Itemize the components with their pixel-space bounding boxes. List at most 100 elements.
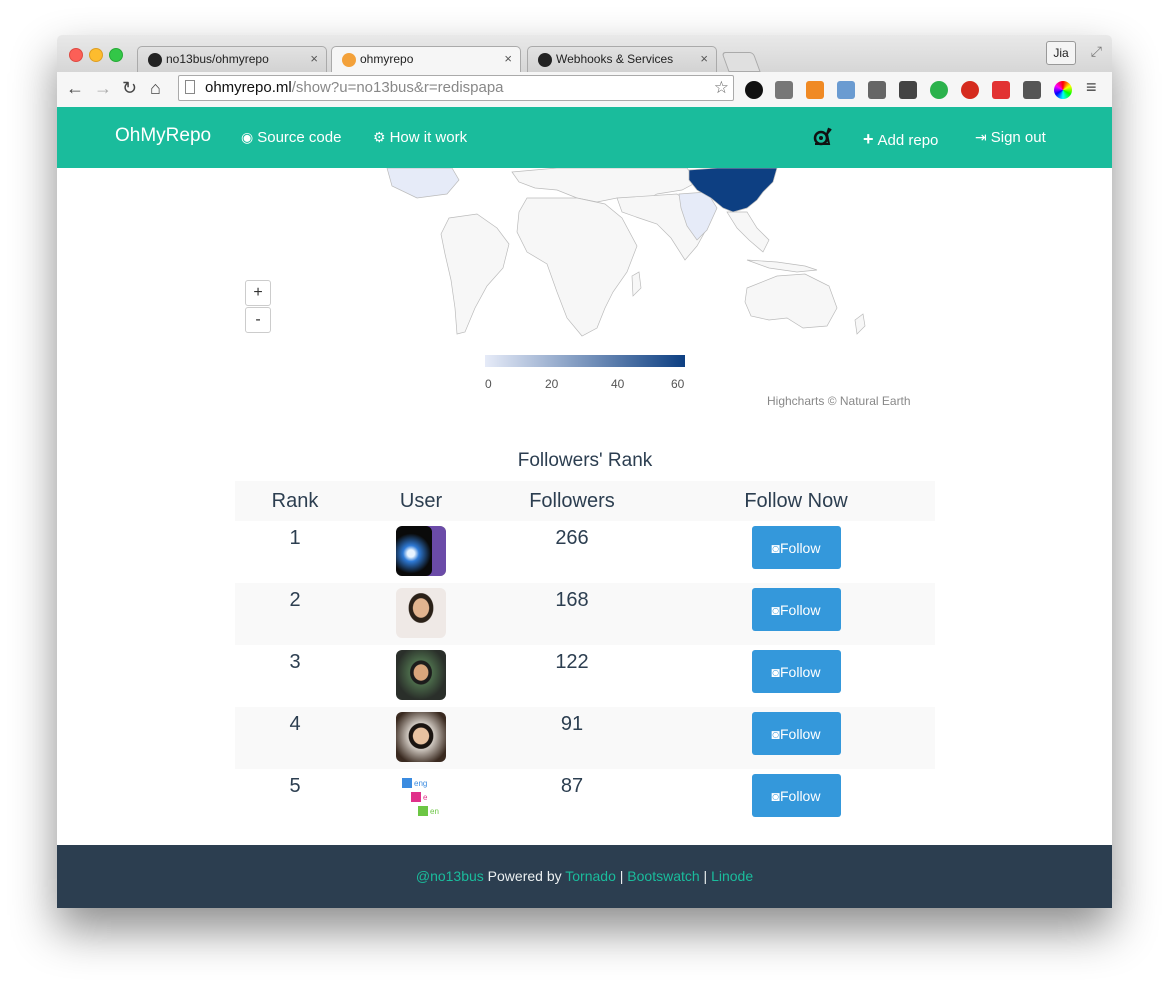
bookmark-star-icon[interactable] [837, 81, 855, 99]
followers-cell: 91 [487, 707, 657, 769]
browser-tab[interactable]: no13bus/ohmyrepo × [137, 46, 327, 72]
tornado-link[interactable]: Tornado [565, 868, 616, 884]
rank-cell: 5 [235, 769, 355, 831]
follow-cell: ◙Follow [657, 645, 935, 707]
close-tab-icon[interactable]: × [700, 51, 708, 66]
github-cat-icon: ◙ [771, 788, 780, 804]
column-header: Follow Now [657, 481, 935, 521]
address-bar[interactable]: ohmyrepo.ml/show?u=no13bus&r=redispapa ☆ [178, 75, 734, 101]
fullscreen-icon[interactable]: ⤢ [1091, 43, 1102, 60]
github-icon [538, 53, 552, 67]
github-cat-icon: ◙ [771, 602, 780, 618]
legend-tick-label: 20 [545, 377, 559, 391]
how-it-work-link[interactable]: ⚙ How it work [373, 129, 467, 146]
browser-tab-active[interactable]: ohmyrepo × [331, 46, 521, 72]
sign-out-link[interactable]: ⇥ Sign out [975, 129, 1046, 146]
user-cell [355, 583, 487, 645]
adblock-plus-icon[interactable] [961, 81, 979, 99]
color-wheel-icon[interactable] [1054, 81, 1072, 99]
dict-icon[interactable] [806, 81, 824, 99]
svg-text:en: en [430, 807, 439, 816]
avatar[interactable] [396, 650, 446, 700]
follow-cell: ◙Follow [657, 521, 935, 583]
record-icon[interactable] [745, 81, 763, 99]
home-icon[interactable]: ⌂ [150, 78, 161, 99]
source-code-link[interactable]: ◉ Source code [241, 129, 341, 146]
brand-link[interactable]: OhMyRepo [115, 125, 211, 147]
follow-cell: ◙Follow [657, 583, 935, 645]
avatar[interactable] [396, 588, 446, 638]
linode-link[interactable]: Linode [711, 868, 753, 884]
site-navbar: OhMyRepo ◉ Source code ⚙ How it work + Add … [57, 107, 1112, 168]
github-cat-icon: ◙ [771, 540, 780, 556]
pushbullet-icon[interactable] [930, 81, 948, 99]
github-icon [148, 53, 162, 67]
follow-button[interactable]: ◙Follow [751, 650, 841, 693]
powered-text: Powered by [483, 868, 566, 884]
user-link[interactable]: @no13bus [416, 868, 484, 884]
follow-button[interactable]: ◙Follow [751, 526, 841, 569]
browser-window: no13bus/ohmyrepo × ohmyrepo × Webhooks &… [57, 35, 1112, 908]
separator: | [615, 868, 628, 884]
minimize-window-button[interactable] [89, 48, 103, 62]
user-cell [355, 707, 487, 769]
add-repo-link[interactable]: + Add repo [863, 129, 938, 150]
user-cell [355, 521, 487, 583]
map-credits-link[interactable]: Highcharts © Natural Earth [767, 394, 911, 408]
close-tab-icon[interactable]: × [310, 51, 318, 66]
sign-out-icon: ⇥ [975, 129, 987, 145]
health-icon[interactable] [992, 81, 1010, 99]
page-icon [185, 80, 195, 94]
avatar[interactable] [396, 712, 446, 762]
follow-button[interactable]: ◙Follow [751, 774, 841, 817]
followers-cell: 122 [487, 645, 657, 707]
legend-tick-label: 0 [485, 377, 492, 391]
rank-cell: 2 [235, 583, 355, 645]
table-row: 1 266 ◙Follow [235, 521, 935, 583]
bookmark-star-icon[interactable]: ☆ [714, 76, 729, 100]
zoom-window-button[interactable] [109, 48, 123, 62]
screenshot-icon[interactable] [1023, 81, 1041, 99]
evernote-icon[interactable] [899, 81, 917, 99]
profile-button[interactable]: Jia [1046, 41, 1076, 65]
browser-tab[interactable]: Webhooks & Services × [527, 46, 717, 72]
follow-button[interactable]: ◙Follow [751, 588, 841, 631]
close-tab-icon[interactable]: × [504, 51, 512, 66]
column-header: User [355, 481, 487, 521]
followers-cell: 266 [487, 521, 657, 583]
tab-title: no13bus/ohmyrepo [166, 52, 269, 66]
followers-cell: 87 [487, 769, 657, 831]
user-cell [355, 645, 487, 707]
rank-cell: 3 [235, 645, 355, 707]
followers-cell: 168 [487, 583, 657, 645]
tab-title: ohmyrepo [360, 52, 414, 66]
close-window-button[interactable] [69, 48, 83, 62]
followers-rank-table: Rank User Followers Follow Now 1 266 ◙Fo… [235, 481, 935, 831]
menu-icon[interactable]: ≡ [1086, 77, 1097, 98]
url-text: ohmyrepo.ml/show?u=no13bus&r=redispapa [205, 79, 504, 96]
scissors-icon[interactable] [868, 81, 886, 99]
back-arrow-icon[interactable]: ← [66, 78, 84, 99]
avatar[interactable]: eng e en [396, 774, 446, 824]
separator: | [699, 868, 712, 884]
new-tab-button[interactable] [721, 52, 761, 72]
follow-button[interactable]: ◙Follow [751, 712, 841, 755]
github-cat-icon: ◙ [771, 664, 780, 680]
zoom-out-button[interactable]: - [245, 307, 271, 333]
table-row: 5 eng e en 87 ◙Follow [235, 769, 935, 831]
followers-map[interactable]: + - [57, 168, 1112, 428]
avatar[interactable] [396, 526, 446, 576]
browser-toolbar: ← → ↻ ⌂ ohmyrepo.ml/show?u=no13bus&r=red… [57, 72, 1112, 108]
forward-arrow-icon[interactable]: → [94, 78, 112, 99]
pocket-icon[interactable] [775, 81, 793, 99]
bootswatch-link[interactable]: Bootswatch [627, 868, 699, 884]
snail-icon[interactable] [813, 126, 833, 146]
color-legend [485, 355, 685, 367]
svg-text:eng: eng [414, 779, 427, 788]
reload-icon[interactable]: ↻ [122, 78, 137, 99]
plus-icon: + [863, 129, 874, 149]
table-row: 3 122 ◙Follow [235, 645, 935, 707]
table-row: 4 91 ◙Follow [235, 707, 935, 769]
zoom-in-button[interactable]: + [245, 280, 271, 306]
svg-text:e: e [423, 793, 428, 802]
